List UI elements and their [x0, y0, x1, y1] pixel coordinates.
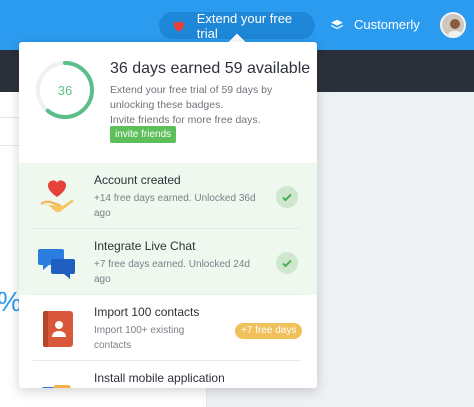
chat-bubbles-icon [38, 249, 75, 279]
description-line: Extend your free trial of 59 days by unl… [110, 84, 273, 111]
description-line-2: Invite friends for more free days. [110, 114, 261, 126]
badge-title: Integrate Live Chat [94, 239, 196, 253]
extend-trial-label: Extend your free trial [196, 10, 293, 41]
badge-item-import-contacts[interactable]: Import 100 contacts Import 100+ existing… [19, 295, 317, 361]
heart-icon [173, 21, 185, 32]
badge-title: Account created [94, 173, 181, 187]
badge-description: +7 free days earned. Unlocked 24d ago [94, 259, 250, 285]
mobile-app-icon [41, 385, 71, 388]
trial-summary: 36 36 days earned 59 available Extend yo… [19, 42, 317, 163]
popup-description: Extend your free trial of 59 days by unl… [110, 83, 310, 128]
reward-badge: +7 free days [235, 323, 303, 339]
progress-value: 36 [57, 82, 73, 98]
badge-item-integrate-live-chat[interactable]: Integrate Live Chat +7 free days earned.… [19, 229, 317, 295]
brand-label: Customerly [354, 17, 420, 32]
popup-title: 36 days earned 59 available [110, 60, 311, 77]
badge-description: Import 100+ existing contacts [94, 325, 185, 351]
free-trial-popup: 36 36 days earned 59 available Extend yo… [19, 42, 317, 388]
avatar-photo-icon [442, 14, 464, 36]
workspace-switcher[interactable]: Customerly [330, 17, 420, 32]
badge-description: +14 free days earned. Unlocked 36d ago [94, 193, 256, 219]
check-icon [276, 186, 298, 208]
user-avatar[interactable] [440, 12, 466, 38]
check-icon [276, 252, 298, 274]
badge-item-account-created[interactable]: Account created +14 free days earned. Un… [19, 163, 317, 229]
invite-friends-button[interactable]: invite friends [110, 126, 177, 143]
layers-icon [330, 19, 344, 29]
heart-hand-icon [40, 180, 74, 213]
badge-title: Import 100 contacts [94, 305, 200, 319]
badge-item-install-mobile-app[interactable]: Install mobile application [19, 361, 317, 388]
address-book-icon [43, 311, 73, 347]
badge-title: Install mobile application [94, 371, 225, 385]
